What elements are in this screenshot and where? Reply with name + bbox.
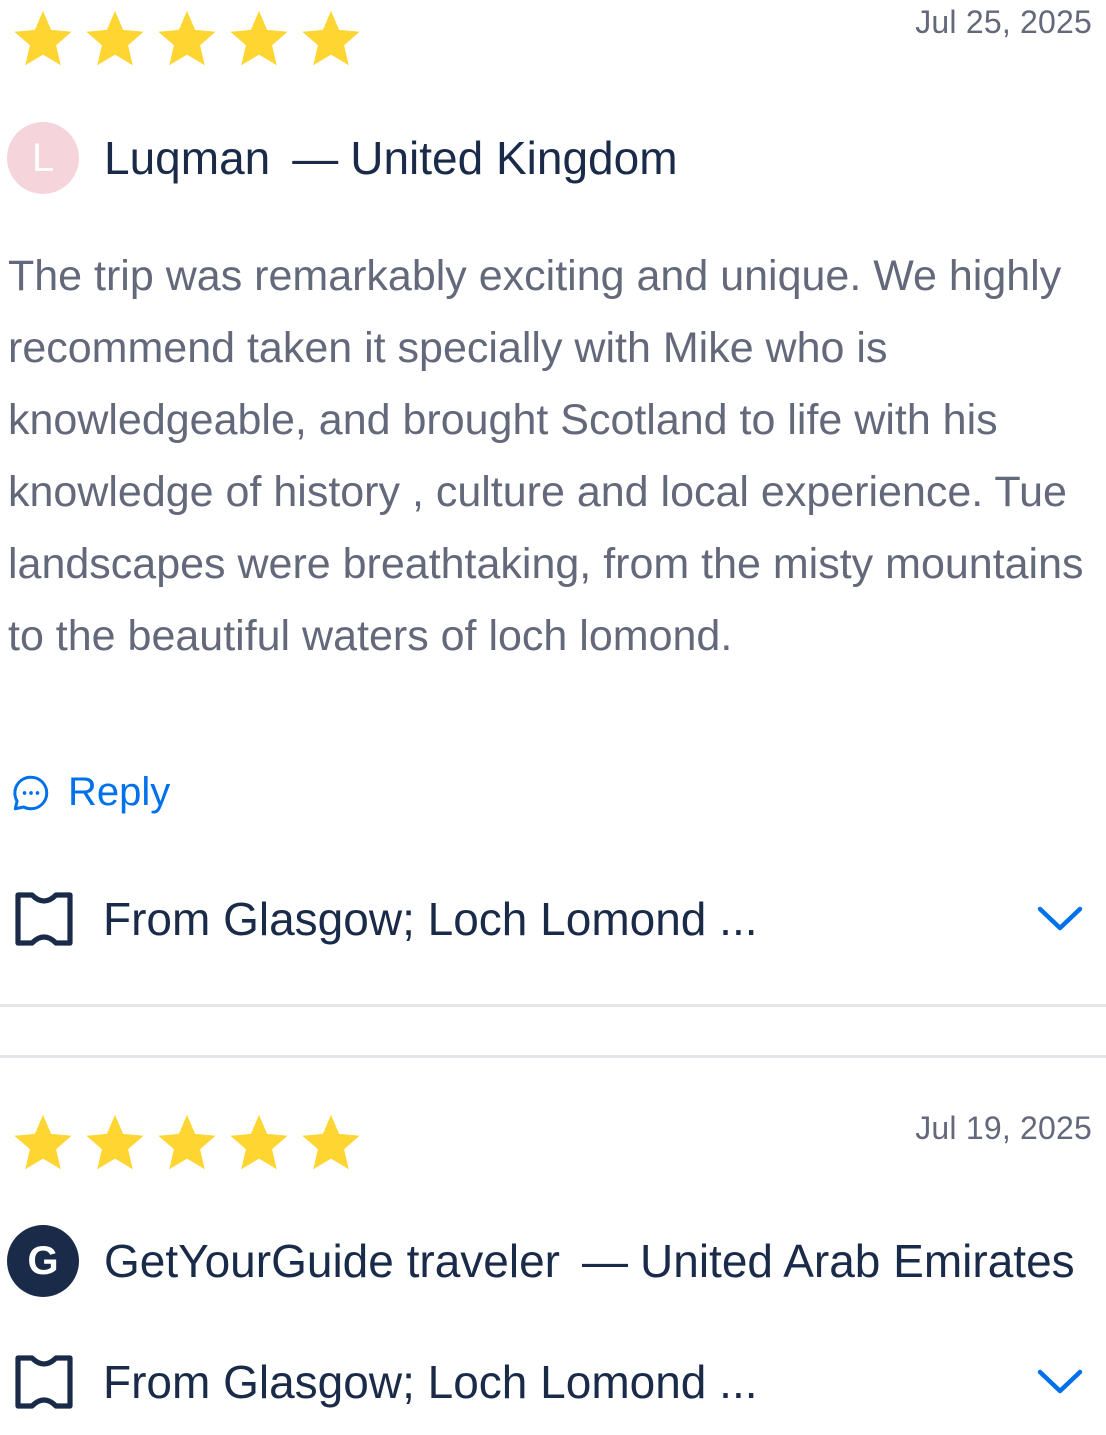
author-country: United Arab Emirates (640, 1235, 1075, 1287)
review-card: Jul 19, 2025 G GetYourGuide traveler — U… (0, 1058, 1106, 1435)
chat-bubble-icon (13, 775, 49, 810)
star-icon (302, 10, 360, 66)
author-name: Luqman (104, 132, 271, 184)
author-row: G GetYourGuide traveler — United Arab Em… (7, 1225, 1075, 1297)
divider (0, 1004, 1106, 1007)
reply-label: Reply (68, 770, 171, 814)
activity-dropdown[interactable]: From Glasgow; Loch Lomond ... (12, 1350, 1084, 1414)
star-icon (230, 1114, 288, 1170)
review-card: Jul 25, 2025 L Luqman — United Kingdom T… (0, 0, 1106, 1005)
star-icon (14, 10, 72, 66)
star-rating (10, 6, 364, 72)
author-separator: — (582, 1235, 629, 1287)
review-date: Jul 25, 2025 (915, 4, 1092, 40)
review-text: The trip was remarkably exciting and uni… (8, 252, 1084, 660)
star-icon (230, 10, 288, 66)
avatar: L (7, 122, 79, 194)
star-icon (14, 1114, 72, 1170)
author-separator: — (292, 132, 339, 184)
star-icon (158, 1114, 216, 1170)
reply-button[interactable]: Reply (10, 770, 170, 815)
review-date: Jul 19, 2025 (915, 1110, 1092, 1146)
star-icon (86, 1114, 144, 1170)
chevron-down-icon[interactable] (1036, 1367, 1084, 1397)
author-name: GetYourGuide traveler (104, 1235, 561, 1287)
author-country: United Kingdom (350, 132, 678, 184)
activity-dropdown[interactable]: From Glasgow; Loch Lomond ... (12, 887, 1084, 951)
activity-title: From Glasgow; Loch Lomond ... (103, 1356, 758, 1408)
chevron-down-icon[interactable] (1036, 904, 1084, 934)
ticket-icon (15, 1355, 73, 1409)
star-rating (10, 1110, 364, 1176)
star-icon (158, 10, 216, 66)
avatar: G (7, 1225, 79, 1297)
activity-title: From Glasgow; Loch Lomond ... (103, 893, 758, 945)
ticket-icon (15, 892, 73, 946)
star-icon (302, 1114, 360, 1170)
star-icon (86, 10, 144, 66)
author-row: L Luqman — United Kingdom (7, 122, 678, 194)
